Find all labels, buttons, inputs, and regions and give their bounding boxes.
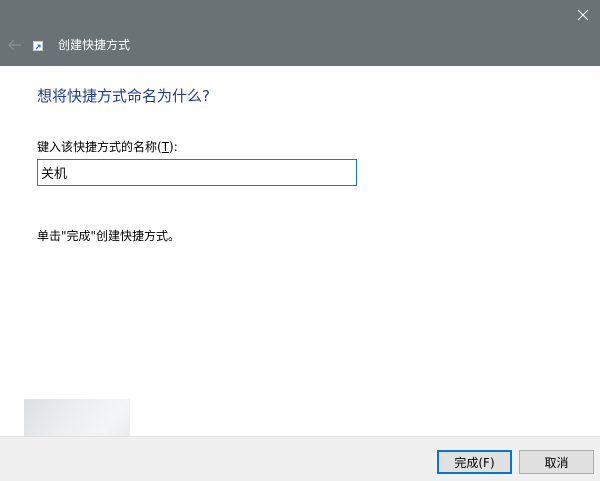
close-button[interactable]	[566, 0, 600, 30]
title-bar: 创建快捷方式	[0, 0, 600, 66]
back-button[interactable]	[6, 36, 24, 54]
window-title: 创建快捷方式	[58, 38, 131, 52]
shortcut-name-input[interactable]	[37, 159, 357, 186]
back-arrow-icon	[8, 39, 21, 51]
close-icon	[577, 9, 589, 21]
button-bar: 完成(F) 取消	[0, 436, 600, 481]
finish-button[interactable]: 完成(F)	[437, 450, 512, 474]
name-field-label: 键入该快捷方式的名称(T):	[37, 139, 178, 155]
name-field-label-accesskey: T	[161, 140, 170, 154]
finish-hint: 单击"完成"创建快捷方式。	[37, 229, 181, 243]
create-shortcut-dialog: 创建快捷方式 想将快捷方式命名为什么? 键入该快捷方式的名称(T): 单击"完成…	[0, 0, 600, 481]
name-field-label-suffix: ):	[169, 140, 178, 154]
name-field-label-prefix: 键入该快捷方式的名称(	[37, 140, 162, 154]
shortcut-icon	[33, 41, 43, 51]
page-heading: 想将快捷方式命名为什么?	[37, 87, 210, 105]
cancel-button[interactable]: 取消	[519, 450, 594, 474]
